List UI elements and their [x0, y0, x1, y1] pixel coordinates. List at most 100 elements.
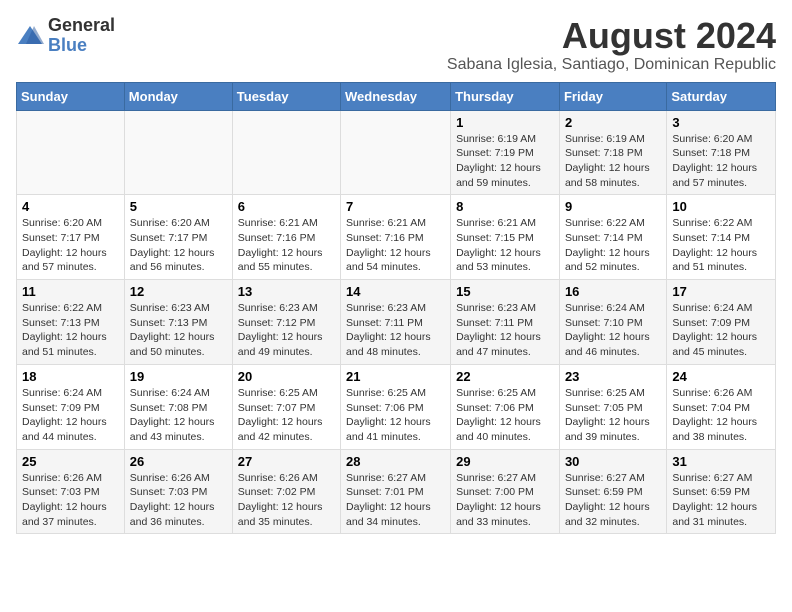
day-number: 9 [565, 199, 661, 214]
day-info: Sunrise: 6:23 AM Sunset: 7:11 PM Dayligh… [346, 301, 445, 360]
day-info: Sunrise: 6:26 AM Sunset: 7:03 PM Dayligh… [130, 471, 227, 530]
day-number: 12 [130, 284, 227, 299]
day-number: 4 [22, 199, 119, 214]
day-info: Sunrise: 6:21 AM Sunset: 7:16 PM Dayligh… [346, 216, 445, 275]
month-year-title: August 2024 [447, 16, 776, 56]
calendar-cell: 12 Sunrise: 6:23 AM Sunset: 7:13 PM Dayli… [124, 280, 232, 365]
day-info: Sunrise: 6:27 AM Sunset: 7:00 PM Dayligh… [456, 471, 554, 530]
calendar-cell: 30 Sunrise: 6:27 AM Sunset: 6:59 PM Dayli… [559, 449, 666, 534]
day-number: 27 [238, 454, 335, 469]
calendar-cell: 19 Sunrise: 6:24 AM Sunset: 7:08 PM Dayli… [124, 364, 232, 449]
calendar-cell: 9 Sunrise: 6:22 AM Sunset: 7:14 PM Daylig… [559, 195, 666, 280]
day-number: 10 [672, 199, 770, 214]
day-number: 18 [22, 369, 119, 384]
day-info: Sunrise: 6:23 AM Sunset: 7:11 PM Dayligh… [456, 301, 554, 360]
calendar-cell: 18 Sunrise: 6:24 AM Sunset: 7:09 PM Dayli… [17, 364, 125, 449]
day-number: 14 [346, 284, 445, 299]
day-number: 20 [238, 369, 335, 384]
calendar-cell: 13Sunrise: 6:23 AM Sunset: 7:12 PM Dayli… [232, 280, 340, 365]
calendar-cell: 21Sunrise: 6:25 AM Sunset: 7:06 PM Dayli… [341, 364, 451, 449]
day-number: 30 [565, 454, 661, 469]
day-info: Sunrise: 6:21 AM Sunset: 7:15 PM Dayligh… [456, 216, 554, 275]
location-subtitle: Sabana Iglesia, Santiago, Dominican Repu… [447, 56, 776, 74]
calendar-week-row: 4 Sunrise: 6:20 AM Sunset: 7:17 PM Daylig… [17, 195, 776, 280]
day-number: 15 [456, 284, 554, 299]
calendar-cell: 4 Sunrise: 6:20 AM Sunset: 7:17 PM Daylig… [17, 195, 125, 280]
day-info: Sunrise: 6:26 AM Sunset: 7:03 PM Dayligh… [22, 471, 119, 530]
calendar-cell: 3 Sunrise: 6:20 AM Sunset: 7:18 PM Daylig… [667, 110, 776, 195]
calendar-cell [341, 110, 451, 195]
calendar-cell: 10 Sunrise: 6:22 AM Sunset: 7:14 PM Dayli… [667, 195, 776, 280]
day-number: 3 [672, 115, 770, 130]
calendar-cell: 25 Sunrise: 6:26 AM Sunset: 7:03 PM Dayli… [17, 449, 125, 534]
title-section: August 2024 Sabana Iglesia, Santiago, Do… [447, 16, 776, 74]
calendar-cell [124, 110, 232, 195]
calendar-cell: 6Sunrise: 6:21 AM Sunset: 7:16 PM Daylig… [232, 195, 340, 280]
calendar-cell: 14 Sunrise: 6:23 AM Sunset: 7:11 PM Dayli… [341, 280, 451, 365]
day-info: Sunrise: 6:22 AM Sunset: 7:14 PM Dayligh… [672, 216, 770, 275]
day-info: Sunrise: 6:22 AM Sunset: 7:14 PM Dayligh… [565, 216, 661, 275]
calendar-cell: 29 Sunrise: 6:27 AM Sunset: 7:00 PM Dayli… [451, 449, 560, 534]
day-number: 21 [346, 369, 445, 384]
day-number: 24 [672, 369, 770, 384]
day-info: Sunrise: 6:23 AM Sunset: 7:13 PM Dayligh… [130, 301, 227, 360]
day-number: 19 [130, 369, 227, 384]
day-info: Sunrise: 6:20 AM Sunset: 7:17 PM Dayligh… [22, 216, 119, 275]
day-number: 5 [130, 199, 227, 214]
day-number: 29 [456, 454, 554, 469]
calendar-cell: 7 Sunrise: 6:21 AM Sunset: 7:16 PM Daylig… [341, 195, 451, 280]
day-number: 13 [238, 284, 335, 299]
calendar-cell [17, 110, 125, 195]
calendar-day-header: Friday [559, 82, 666, 110]
day-number: 2 [565, 115, 661, 130]
calendar-cell: 16 Sunrise: 6:24 AM Sunset: 7:10 PM Dayli… [559, 280, 666, 365]
day-info: Sunrise: 6:22 AM Sunset: 7:13 PM Dayligh… [22, 301, 119, 360]
calendar-week-row: 1 Sunrise: 6:19 AM Sunset: 7:19 PM Daylig… [17, 110, 776, 195]
logo-text-general: General [48, 15, 115, 35]
calendar-week-row: 18 Sunrise: 6:24 AM Sunset: 7:09 PM Dayli… [17, 364, 776, 449]
calendar-cell: 5 Sunrise: 6:20 AM Sunset: 7:17 PM Daylig… [124, 195, 232, 280]
day-number: 17 [672, 284, 770, 299]
calendar-header-row: SundayMondayTuesdayWednesdayThursdayFrid… [17, 82, 776, 110]
logo-text-blue: Blue [48, 35, 87, 55]
calendar-cell: 17Sunrise: 6:24 AM Sunset: 7:09 PM Dayli… [667, 280, 776, 365]
day-number: 7 [346, 199, 445, 214]
day-number: 16 [565, 284, 661, 299]
day-info: Sunrise: 6:20 AM Sunset: 7:18 PM Dayligh… [672, 132, 770, 191]
calendar-day-header: Tuesday [232, 82, 340, 110]
calendar-cell: 11 Sunrise: 6:22 AM Sunset: 7:13 PM Dayli… [17, 280, 125, 365]
calendar-cell: 23Sunrise: 6:25 AM Sunset: 7:05 PM Dayli… [559, 364, 666, 449]
day-number: 8 [456, 199, 554, 214]
calendar-day-header: Thursday [451, 82, 560, 110]
day-number: 25 [22, 454, 119, 469]
day-info: Sunrise: 6:27 AM Sunset: 7:01 PM Dayligh… [346, 471, 445, 530]
calendar-week-row: 11 Sunrise: 6:22 AM Sunset: 7:13 PM Dayli… [17, 280, 776, 365]
day-info: Sunrise: 6:24 AM Sunset: 7:08 PM Dayligh… [130, 386, 227, 445]
calendar-day-header: Monday [124, 82, 232, 110]
calendar-cell: 24 Sunrise: 6:26 AM Sunset: 7:04 PM Dayli… [667, 364, 776, 449]
calendar-cell: 20Sunrise: 6:25 AM Sunset: 7:07 PM Dayli… [232, 364, 340, 449]
calendar-cell: 1 Sunrise: 6:19 AM Sunset: 7:19 PM Daylig… [451, 110, 560, 195]
calendar-day-header: Sunday [17, 82, 125, 110]
day-info: Sunrise: 6:25 AM Sunset: 7:06 PM Dayligh… [456, 386, 554, 445]
calendar-cell [232, 110, 340, 195]
day-number: 1 [456, 115, 554, 130]
day-info: Sunrise: 6:24 AM Sunset: 7:10 PM Dayligh… [565, 301, 661, 360]
day-info: Sunrise: 6:20 AM Sunset: 7:17 PM Dayligh… [130, 216, 227, 275]
calendar-cell: 15 Sunrise: 6:23 AM Sunset: 7:11 PM Dayli… [451, 280, 560, 365]
day-number: 11 [22, 284, 119, 299]
page-header: General Blue August 2024 Sabana Iglesia,… [16, 16, 776, 74]
day-number: 6 [238, 199, 335, 214]
day-number: 26 [130, 454, 227, 469]
calendar-day-header: Saturday [667, 82, 776, 110]
day-info: Sunrise: 6:19 AM Sunset: 7:19 PM Dayligh… [456, 132, 554, 191]
day-number: 22 [456, 369, 554, 384]
day-info: Sunrise: 6:27 AM Sunset: 6:59 PM Dayligh… [565, 471, 661, 530]
day-info: Sunrise: 6:26 AM Sunset: 7:02 PM Dayligh… [238, 471, 335, 530]
day-info: Sunrise: 6:26 AM Sunset: 7:04 PM Dayligh… [672, 386, 770, 445]
logo-icon [16, 22, 44, 50]
day-info: Sunrise: 6:24 AM Sunset: 7:09 PM Dayligh… [22, 386, 119, 445]
calendar-cell: 31Sunrise: 6:27 AM Sunset: 6:59 PM Dayli… [667, 449, 776, 534]
day-info: Sunrise: 6:19 AM Sunset: 7:18 PM Dayligh… [565, 132, 661, 191]
calendar-day-header: Wednesday [341, 82, 451, 110]
